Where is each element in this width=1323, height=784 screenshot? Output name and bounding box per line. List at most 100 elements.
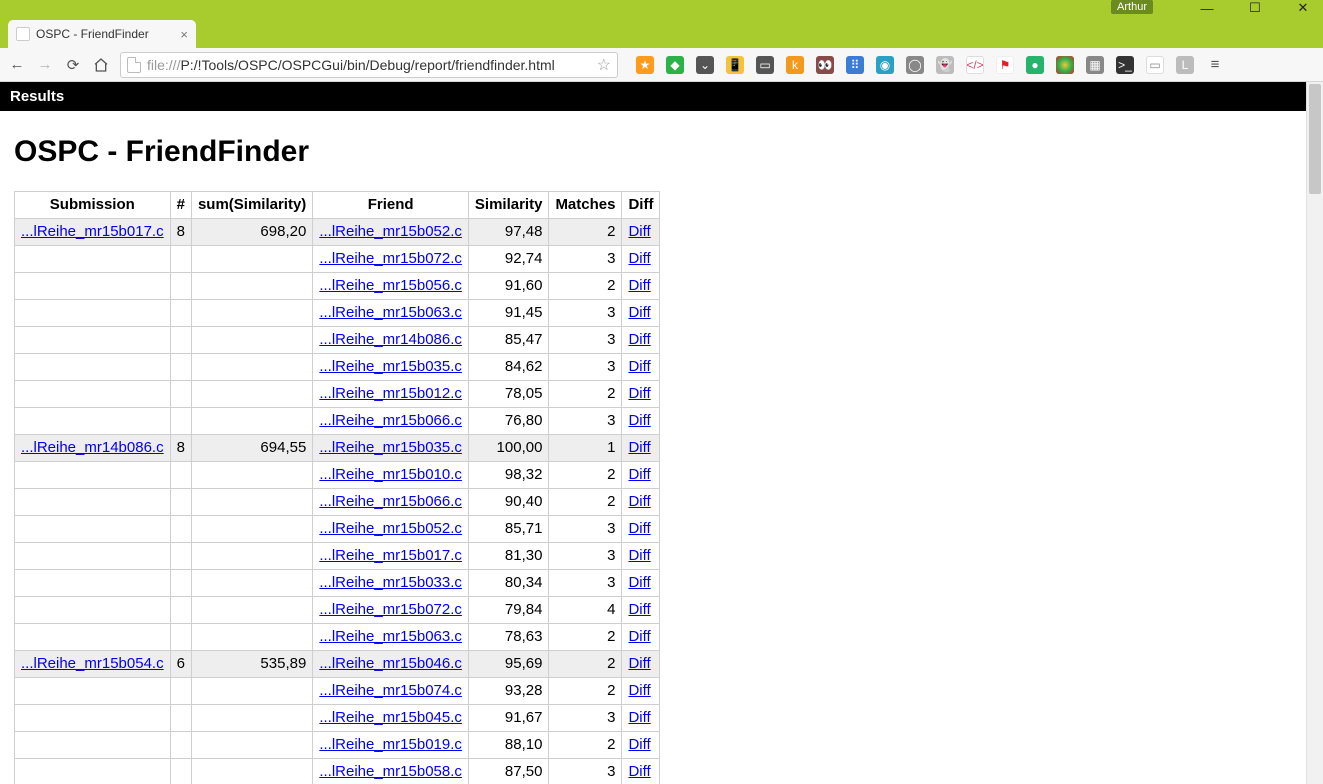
- bookmark-star-icon[interactable]: ☆: [597, 55, 611, 75]
- cell-submission: [15, 381, 171, 408]
- cell-matches: 3: [549, 246, 622, 273]
- extension-icon[interactable]: ◉: [876, 56, 894, 74]
- page-info-icon[interactable]: [127, 57, 141, 73]
- cell-submission: [15, 732, 171, 759]
- extension-icon[interactable]: ⚑: [996, 56, 1014, 74]
- diff-link[interactable]: Diff: [628, 709, 650, 726]
- diff-link[interactable]: Diff: [628, 331, 650, 348]
- friend-link[interactable]: ...lReihe_mr15b072.c: [319, 250, 462, 267]
- friend-link[interactable]: ...lReihe_mr15b010.c: [319, 466, 462, 483]
- friend-link[interactable]: ...lReihe_mr14b086.c: [319, 331, 462, 348]
- friend-link[interactable]: ...lReihe_mr15b017.c: [319, 547, 462, 564]
- friend-link[interactable]: ...lReihe_mr15b033.c: [319, 574, 462, 591]
- cell-count: [170, 246, 191, 273]
- friend-link[interactable]: ...lReihe_mr15b074.c: [319, 682, 462, 699]
- tab-close-icon[interactable]: ×: [180, 27, 188, 42]
- friend-link[interactable]: ...lReihe_mr15b035.c: [319, 439, 462, 456]
- friend-link[interactable]: ...lReihe_mr15b052.c: [319, 520, 462, 537]
- friend-link[interactable]: ...lReihe_mr15b046.c: [319, 655, 462, 672]
- diff-link[interactable]: Diff: [628, 304, 650, 321]
- diff-link[interactable]: Diff: [628, 358, 650, 375]
- friend-link[interactable]: ...lReihe_mr15b063.c: [319, 304, 462, 321]
- browser-tab[interactable]: OSPC - FriendFinder ×: [8, 20, 196, 48]
- cell-sumsim: [191, 597, 312, 624]
- extension-icon[interactable]: 👀: [816, 56, 834, 74]
- cell-matches: 4: [549, 597, 622, 624]
- browser-toolbar: ← → ⟳ file:///P:/!Tools/OSPC/OSPCGui/bin…: [0, 48, 1323, 82]
- cell-count: [170, 678, 191, 705]
- diff-link[interactable]: Diff: [628, 520, 650, 537]
- extension-icon[interactable]: [1056, 56, 1074, 74]
- submission-link[interactable]: ...lReihe_mr14b086.c: [21, 439, 164, 456]
- reload-button[interactable]: ⟳: [64, 56, 82, 74]
- cell-friend: ...lReihe_mr15b072.c: [313, 597, 469, 624]
- chrome-menu-button[interactable]: ≡: [1206, 56, 1224, 74]
- extension-icon[interactable]: k: [786, 56, 804, 74]
- diff-link[interactable]: Diff: [628, 385, 650, 402]
- friend-link[interactable]: ...lReihe_mr15b072.c: [319, 601, 462, 618]
- friend-link[interactable]: ...lReihe_mr15b012.c: [319, 385, 462, 402]
- extension-icon[interactable]: ◯: [906, 56, 924, 74]
- cell-matches: 2: [549, 462, 622, 489]
- diff-link[interactable]: Diff: [628, 412, 650, 429]
- cell-sumsim: 698,20: [191, 219, 312, 246]
- diff-link[interactable]: Diff: [628, 736, 650, 753]
- scrollbar-thumb[interactable]: [1309, 84, 1321, 194]
- cell-matches: 2: [549, 273, 622, 300]
- friend-link[interactable]: ...lReihe_mr15b058.c: [319, 763, 462, 780]
- cell-friend: ...lReihe_mr15b035.c: [313, 435, 469, 462]
- friend-link[interactable]: ...lReihe_mr15b019.c: [319, 736, 462, 753]
- extension-icon[interactable]: ●: [1026, 56, 1044, 74]
- table-row: ...lReihe_mr14b086.c8694,55...lReihe_mr1…: [15, 435, 660, 462]
- cell-diff: Diff: [622, 327, 660, 354]
- extension-icon[interactable]: >_: [1116, 56, 1134, 74]
- extension-icon[interactable]: ⌄: [696, 56, 714, 74]
- window-minimize-button[interactable]: —: [1193, 0, 1221, 18]
- friend-link[interactable]: ...lReihe_mr15b045.c: [319, 709, 462, 726]
- window-maximize-button[interactable]: ☐: [1241, 0, 1269, 18]
- diff-link[interactable]: Diff: [628, 763, 650, 780]
- diff-link[interactable]: Diff: [628, 682, 650, 699]
- extension-icon[interactable]: 👻: [936, 56, 954, 74]
- friend-link[interactable]: ...lReihe_mr15b052.c: [319, 223, 462, 240]
- friend-link[interactable]: ...lReihe_mr15b063.c: [319, 628, 462, 645]
- submission-link[interactable]: ...lReihe_mr15b054.c: [21, 655, 164, 672]
- cell-submission: [15, 354, 171, 381]
- diff-link[interactable]: Diff: [628, 466, 650, 483]
- friend-link[interactable]: ...lReihe_mr15b066.c: [319, 493, 462, 510]
- cell-diff: Diff: [622, 732, 660, 759]
- address-bar[interactable]: file:///P:/!Tools/OSPC/OSPCGui/bin/Debug…: [120, 52, 618, 78]
- diff-link[interactable]: Diff: [628, 493, 650, 510]
- extension-icon[interactable]: ★: [636, 56, 654, 74]
- extension-icon[interactable]: L: [1176, 56, 1194, 74]
- window-close-button[interactable]: ✕: [1289, 0, 1317, 18]
- extension-icon[interactable]: ◆: [666, 56, 684, 74]
- friend-link[interactable]: ...lReihe_mr15b035.c: [319, 358, 462, 375]
- table-row: ...lReihe_mr15b017.c81,303Diff: [15, 543, 660, 570]
- extension-icon[interactable]: ▭: [756, 56, 774, 74]
- vertical-scrollbar[interactable]: [1306, 82, 1323, 784]
- forward-button[interactable]: →: [36, 56, 54, 74]
- friend-link[interactable]: ...lReihe_mr15b066.c: [319, 412, 462, 429]
- diff-link[interactable]: Diff: [628, 547, 650, 564]
- cell-count: [170, 624, 191, 651]
- extension-icon[interactable]: ⠿: [846, 56, 864, 74]
- diff-link[interactable]: Diff: [628, 277, 650, 294]
- diff-link[interactable]: Diff: [628, 439, 650, 456]
- diff-link[interactable]: Diff: [628, 250, 650, 267]
- extension-icon[interactable]: </>: [966, 56, 984, 74]
- cell-sumsim: [191, 246, 312, 273]
- extension-icon[interactable]: ▭: [1146, 56, 1164, 74]
- submission-link[interactable]: ...lReihe_mr15b017.c: [21, 223, 164, 240]
- diff-link[interactable]: Diff: [628, 655, 650, 672]
- home-button[interactable]: [92, 56, 110, 74]
- diff-link[interactable]: Diff: [628, 601, 650, 618]
- cell-sumsim: 535,89: [191, 651, 312, 678]
- diff-link[interactable]: Diff: [628, 223, 650, 240]
- diff-link[interactable]: Diff: [628, 574, 650, 591]
- friend-link[interactable]: ...lReihe_mr15b056.c: [319, 277, 462, 294]
- extension-icon[interactable]: 📱: [726, 56, 744, 74]
- back-button[interactable]: ←: [8, 56, 26, 74]
- extension-icon[interactable]: ▦: [1086, 56, 1104, 74]
- diff-link[interactable]: Diff: [628, 628, 650, 645]
